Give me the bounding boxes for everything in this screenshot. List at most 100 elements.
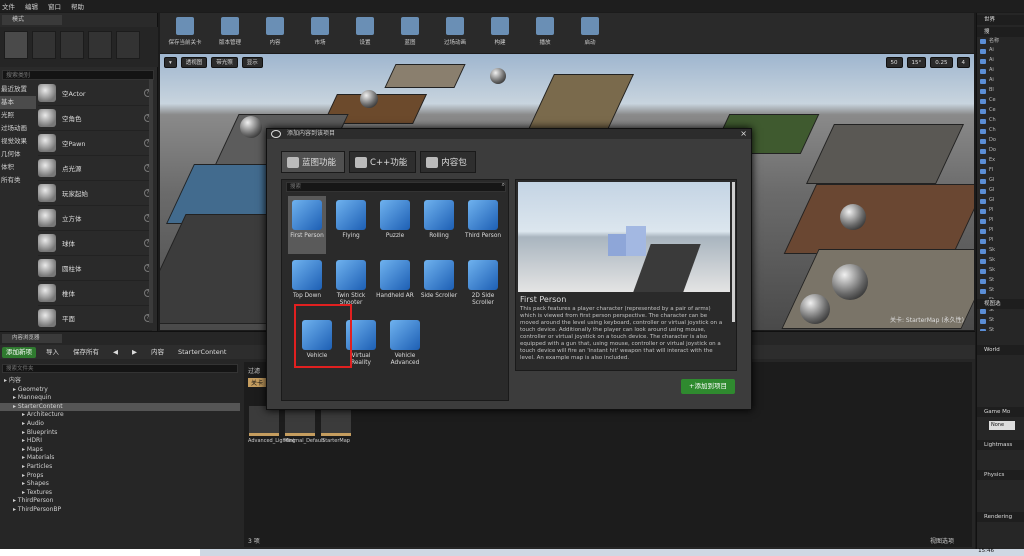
outliner-tab[interactable]: 世界 xyxy=(977,15,1024,25)
folder-item[interactable]: ▸ Materials xyxy=(0,454,240,463)
placeable-item[interactable]: 球体? xyxy=(38,231,152,256)
outliner-row[interactable]: Ce xyxy=(977,97,1024,107)
camera-speed-value[interactable]: 4 xyxy=(956,57,970,68)
cinematics-button[interactable]: 过场动画 xyxy=(434,15,476,51)
template-flying[interactable]: Flying xyxy=(332,196,370,254)
geometry-mode-icon[interactable] xyxy=(116,31,140,59)
outliner-view-options[interactable]: 视图选 xyxy=(977,299,1024,309)
close-icon[interactable]: × xyxy=(740,129,747,139)
template-third-person[interactable]: Third Person xyxy=(464,196,502,254)
filter-button[interactable]: 过滤 xyxy=(248,366,260,375)
outliner-row[interactable]: Gl xyxy=(977,197,1024,207)
details-section-physics[interactable]: Physics xyxy=(977,470,1024,480)
asset-tile[interactable]: StarterMap xyxy=(320,406,352,444)
tab-cpp-feature[interactable]: C++功能 xyxy=(349,151,417,173)
outliner-row[interactable]: St xyxy=(977,317,1024,327)
modes-tab[interactable]: 模式 xyxy=(2,15,62,25)
details-section-lightmass[interactable]: Lightmass xyxy=(977,440,1024,450)
category-visual-effects[interactable]: 视觉效果 xyxy=(0,135,36,148)
template-rolling[interactable]: Rolling xyxy=(420,196,458,254)
template-2d-side-scroller[interactable]: 2D Side Scroller xyxy=(464,256,502,314)
placeable-item[interactable]: 立方体? xyxy=(38,206,152,231)
folder-item[interactable]: ▸ ThirdPerson xyxy=(0,497,240,506)
launch-button[interactable]: 启动 xyxy=(569,15,611,51)
outliner-row[interactable]: Ai xyxy=(977,77,1024,87)
tab-content-pack[interactable]: 内容包 xyxy=(420,151,476,173)
outliner-row[interactable]: Pl xyxy=(977,207,1024,217)
category-geometry[interactable]: 几何体 xyxy=(0,148,36,161)
source-control-button[interactable]: 版本管理 xyxy=(209,15,251,51)
grid-snap-value[interactable]: 50 xyxy=(885,57,903,68)
paint-mode-icon[interactable] xyxy=(32,31,56,59)
template-vehicle-advanced[interactable]: Vehicle Advanced xyxy=(386,316,424,374)
category-basic[interactable]: 基本 xyxy=(0,96,36,109)
nav-forward-icon[interactable]: ▶ xyxy=(128,347,141,358)
folder-item[interactable]: ▸ ThirdPersonBP xyxy=(0,506,240,515)
folder-item[interactable]: ▸ Architecture xyxy=(0,411,240,420)
modes-search-input[interactable]: 搜索类别 xyxy=(2,70,154,80)
folder-item[interactable]: ▸ 内容 xyxy=(0,377,240,386)
folder-item[interactable]: ▸ Shapes xyxy=(0,480,240,489)
outliner-row[interactable]: Fl xyxy=(977,167,1024,177)
outliner-row[interactable]: St xyxy=(977,287,1024,297)
folder-item[interactable]: ▸ HDRI xyxy=(0,437,240,446)
outliner-row[interactable]: Sk xyxy=(977,267,1024,277)
category-lights[interactable]: 光照 xyxy=(0,109,36,122)
marketplace-button[interactable]: 市场 xyxy=(299,15,341,51)
outliner-search[interactable]: 搜 xyxy=(977,27,1024,37)
menu-edit[interactable]: 编辑 xyxy=(25,1,38,11)
landscape-mode-icon[interactable] xyxy=(60,31,84,59)
add-to-project-button[interactable]: +添加到项目 xyxy=(681,379,735,394)
template-puzzle[interactable]: Puzzle xyxy=(376,196,414,254)
folder-item[interactable]: ▸ StarterContent xyxy=(0,402,240,412)
outliner-row[interactable]: Sk xyxy=(977,257,1024,267)
category-all-classes[interactable]: 所有类 xyxy=(0,174,36,187)
folder-item[interactable]: ▸ Textures xyxy=(0,489,240,498)
folder-search-input[interactable]: 搜索文件夹 xyxy=(2,364,238,373)
add-new-button[interactable]: 添加新项 xyxy=(2,346,36,358)
folder-item[interactable]: ▸ Audio xyxy=(0,420,240,429)
outliner-row[interactable]: Ce xyxy=(977,107,1024,117)
outliner-row[interactable]: Gl xyxy=(977,187,1024,197)
folder-item[interactable]: ▸ Props xyxy=(0,472,240,481)
asset-tile[interactable]: Advanced_Lighting xyxy=(248,406,295,444)
game-mode-select[interactable]: None xyxy=(989,421,1015,430)
outliner-row[interactable]: Pl xyxy=(977,227,1024,237)
outliner-row[interactable]: Ch xyxy=(977,117,1024,127)
outliner-row[interactable]: Do xyxy=(977,147,1024,157)
category-cinematic[interactable]: 过场动画 xyxy=(0,122,36,135)
menu-help[interactable]: 帮助 xyxy=(71,1,84,11)
save-all-button[interactable]: 保存所有 xyxy=(69,347,103,358)
nav-back-icon[interactable]: ◀ xyxy=(109,347,122,358)
outliner-row[interactable]: 名称 xyxy=(977,37,1024,47)
menu-window[interactable]: 窗口 xyxy=(48,1,61,11)
tab-blueprint-feature[interactable]: 蓝图功能 xyxy=(281,151,346,173)
modes-scrollbar[interactable] xyxy=(149,79,153,323)
outliner-row[interactable]: Ai xyxy=(977,67,1024,77)
viewport-options-button[interactable]: ▾ xyxy=(164,57,177,68)
settings-button[interactable]: 设置 xyxy=(344,15,386,51)
import-button[interactable]: 导入 xyxy=(42,347,63,358)
details-section-game-mode[interactable]: Game Mo xyxy=(977,407,1024,417)
category-recent[interactable]: 最近放置 xyxy=(0,83,36,96)
folder-item[interactable]: ▸ Blueprints xyxy=(0,429,240,438)
placeable-item[interactable]: 空角色? xyxy=(38,106,152,131)
outliner-row[interactable]: Do xyxy=(977,137,1024,147)
outliner-row[interactable]: Bl xyxy=(977,87,1024,97)
placeable-item[interactable]: 点光源? xyxy=(38,156,152,181)
view-options-button[interactable]: 视图选项 xyxy=(930,536,954,545)
level-filter-chip[interactable]: 关卡 xyxy=(248,378,267,387)
placeable-item[interactable]: 圆柱体? xyxy=(38,256,152,281)
outliner-row[interactable]: Sk xyxy=(977,247,1024,257)
lit-button[interactable]: 带光照 xyxy=(211,57,238,68)
folder-item[interactable]: ▸ Maps xyxy=(0,446,240,455)
rotation-snap-value[interactable]: 15° xyxy=(906,57,927,68)
outliner-row[interactable]: Gl xyxy=(977,177,1024,187)
outliner-row[interactable]: Ch xyxy=(977,127,1024,137)
placeable-item[interactable]: 玩家起始? xyxy=(38,181,152,206)
foliage-mode-icon[interactable] xyxy=(88,31,112,59)
folder-item[interactable]: ▸ Geometry xyxy=(0,386,240,395)
template-first-person[interactable]: First Person xyxy=(288,196,326,254)
placeable-item[interactable]: 平面? xyxy=(38,306,152,331)
content-browser-tab[interactable]: 内容浏览器 xyxy=(2,334,62,343)
